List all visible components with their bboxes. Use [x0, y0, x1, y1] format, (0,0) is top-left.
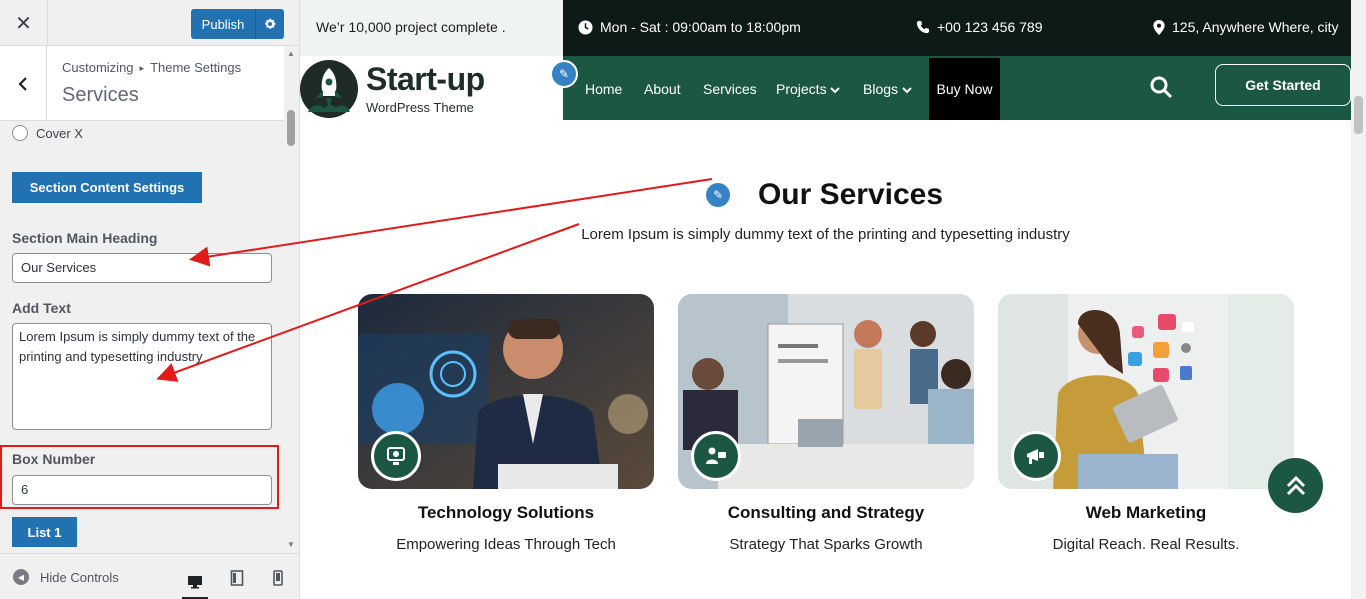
- gear-icon: [265, 18, 276, 29]
- breadcrumb-separator-icon: ▸: [139, 63, 145, 73]
- services-subheading: Lorem Ipsum is simply dummy text of the …: [581, 226, 1070, 243]
- close-icon: ✕: [15, 12, 32, 35]
- service-card-image: [678, 294, 974, 489]
- preview-desktop-button[interactable]: [182, 566, 208, 599]
- service-card-desc: Digital Reach. Real Results.: [1052, 536, 1240, 553]
- marketing-icon: [1011, 431, 1061, 481]
- scroll-up-icon[interactable]: ▲: [287, 49, 295, 58]
- service-card-image: [358, 294, 654, 489]
- address-info: 125, Anywhere Where, city: [1153, 19, 1339, 35]
- search-button[interactable]: [1149, 75, 1173, 104]
- mobile-icon: [273, 570, 283, 586]
- nav-projects-label: Projects: [776, 81, 827, 97]
- consulting-icon: [691, 431, 741, 481]
- radio-button[interactable]: [12, 125, 28, 141]
- panel-header: Customizing ▸ Theme Settings Services: [0, 46, 284, 121]
- service-card-title: Consulting and Strategy: [727, 503, 925, 522]
- panel-content: Cover X Section Content Settings Section…: [0, 121, 284, 553]
- service-card[interactable]: Consulting and Strategy Strategy That Sp…: [678, 294, 974, 553]
- announcement-bar: We’r 10,000 project complete .: [300, 0, 563, 56]
- nav-projects[interactable]: Projects: [776, 81, 841, 97]
- phone-text: +00 123 456 789: [937, 19, 1043, 35]
- main-navigation: Home About Services Projects Blogs Buy N…: [563, 56, 1351, 120]
- technology-icon: [371, 431, 421, 481]
- phone-info[interactable]: +00 123 456 789: [916, 19, 1043, 35]
- service-card-desc: Strategy That Sparks Growth: [729, 536, 923, 553]
- customizer-footer: ◀ Hide Controls: [0, 553, 299, 599]
- nav-services[interactable]: Services: [703, 81, 757, 97]
- publish-button[interactable]: Publish: [191, 9, 255, 39]
- section-content-settings-button[interactable]: Section Content Settings: [12, 172, 202, 203]
- chevron-left-icon: [18, 76, 27, 91]
- radio-option-cover-x[interactable]: Cover X: [12, 125, 83, 141]
- search-icon: [1150, 76, 1173, 99]
- panel-title: Services: [62, 84, 139, 106]
- service-card-desc: Empowering Ideas Through Tech: [396, 536, 616, 553]
- announcement-text: We’r 10,000 project complete .: [316, 19, 506, 35]
- box-number-label: Box Number: [12, 451, 96, 467]
- logo-subtitle: WordPress Theme: [366, 100, 474, 115]
- breadcrumb-section: Theme Settings: [150, 60, 242, 75]
- chevron-down-icon: [902, 87, 912, 94]
- hours-text: Mon - Sat : 09:00am to 18:00pm: [600, 19, 801, 35]
- service-card[interactable]: Technology Solutions Empowering Ideas Th…: [358, 294, 654, 553]
- services-heading: Our Services: [757, 178, 944, 211]
- sidebar-scrollbar[interactable]: ▲ ▼: [284, 46, 299, 553]
- address-text: 125, Anywhere Where, city: [1172, 19, 1339, 35]
- preview-mobile-button[interactable]: [265, 566, 291, 590]
- close-customizer-button[interactable]: ✕: [0, 0, 48, 46]
- phone-icon: [916, 20, 930, 34]
- nav-home[interactable]: Home: [585, 81, 622, 97]
- scrollbar-thumb[interactable]: [287, 110, 295, 146]
- service-card-image: [998, 294, 1294, 489]
- location-pin-icon: [1153, 19, 1165, 35]
- nav-buy-now[interactable]: Buy Now: [929, 58, 1000, 120]
- hours-info: Mon - Sat : 09:00am to 18:00pm: [578, 19, 801, 35]
- nav-blogs[interactable]: Blogs: [863, 81, 912, 97]
- clock-icon: [578, 19, 593, 35]
- main-heading-input[interactable]: Our Services: [12, 253, 272, 283]
- rocket-logo-icon: [300, 60, 358, 118]
- box-number-input[interactable]: 6: [12, 475, 272, 505]
- scrollbar-thumb[interactable]: [1354, 96, 1363, 134]
- desktop-icon: [188, 575, 202, 588]
- customizer-header-bar: ✕ Publish: [0, 0, 299, 46]
- tablet-icon: [230, 570, 244, 586]
- collapse-icon: ◀: [13, 569, 29, 585]
- breadcrumb: Customizing ▸ Theme Settings: [62, 60, 241, 75]
- double-chevron-up-icon: [1286, 475, 1305, 495]
- chevron-down-icon: [830, 87, 841, 94]
- scroll-down-icon[interactable]: ▼: [287, 540, 295, 549]
- customizer-sidebar: ✕ Publish Customizing ▸ Theme Settings Ser…: [0, 0, 300, 599]
- add-text-textarea[interactable]: Lorem Ipsum is simply dummy text of the …: [12, 323, 272, 430]
- main-heading-label: Section Main Heading: [12, 230, 158, 246]
- get-started-button[interactable]: Get Started: [1215, 64, 1351, 106]
- scroll-to-top-button[interactable]: [1268, 458, 1323, 513]
- site-preview: We’r 10,000 project complete . Mon - Sat…: [300, 0, 1351, 599]
- service-card-title: Web Marketing: [1085, 503, 1207, 522]
- nav-about[interactable]: About: [644, 81, 681, 97]
- breadcrumb-root: Customizing: [62, 60, 134, 75]
- hide-controls-button[interactable]: ◀ Hide Controls: [13, 569, 119, 585]
- list-1-button[interactable]: List 1: [12, 517, 77, 547]
- preview-scrollbar[interactable]: [1351, 0, 1366, 599]
- radio-label: Cover X: [36, 125, 83, 141]
- publish-settings-button[interactable]: [255, 9, 284, 39]
- service-card[interactable]: Web Marketing Digital Reach. Real Result…: [998, 294, 1294, 553]
- publish-group: Publish: [191, 9, 284, 39]
- contact-bar: Mon - Sat : 09:00am to 18:00pm +00 123 4…: [563, 0, 1351, 56]
- edit-shortcut-icon[interactable]: ✎: [550, 60, 578, 88]
- nav-blogs-label: Blogs: [863, 81, 899, 97]
- hide-controls-label: Hide Controls: [40, 569, 119, 585]
- site-logo[interactable]: Start-up WordPress Theme: [300, 56, 563, 120]
- preview-tablet-button[interactable]: [224, 566, 250, 590]
- back-button[interactable]: [0, 46, 47, 121]
- add-text-label: Add Text: [12, 300, 71, 316]
- logo-title: Start-up: [366, 61, 485, 97]
- service-card-title: Technology Solutions: [417, 503, 595, 522]
